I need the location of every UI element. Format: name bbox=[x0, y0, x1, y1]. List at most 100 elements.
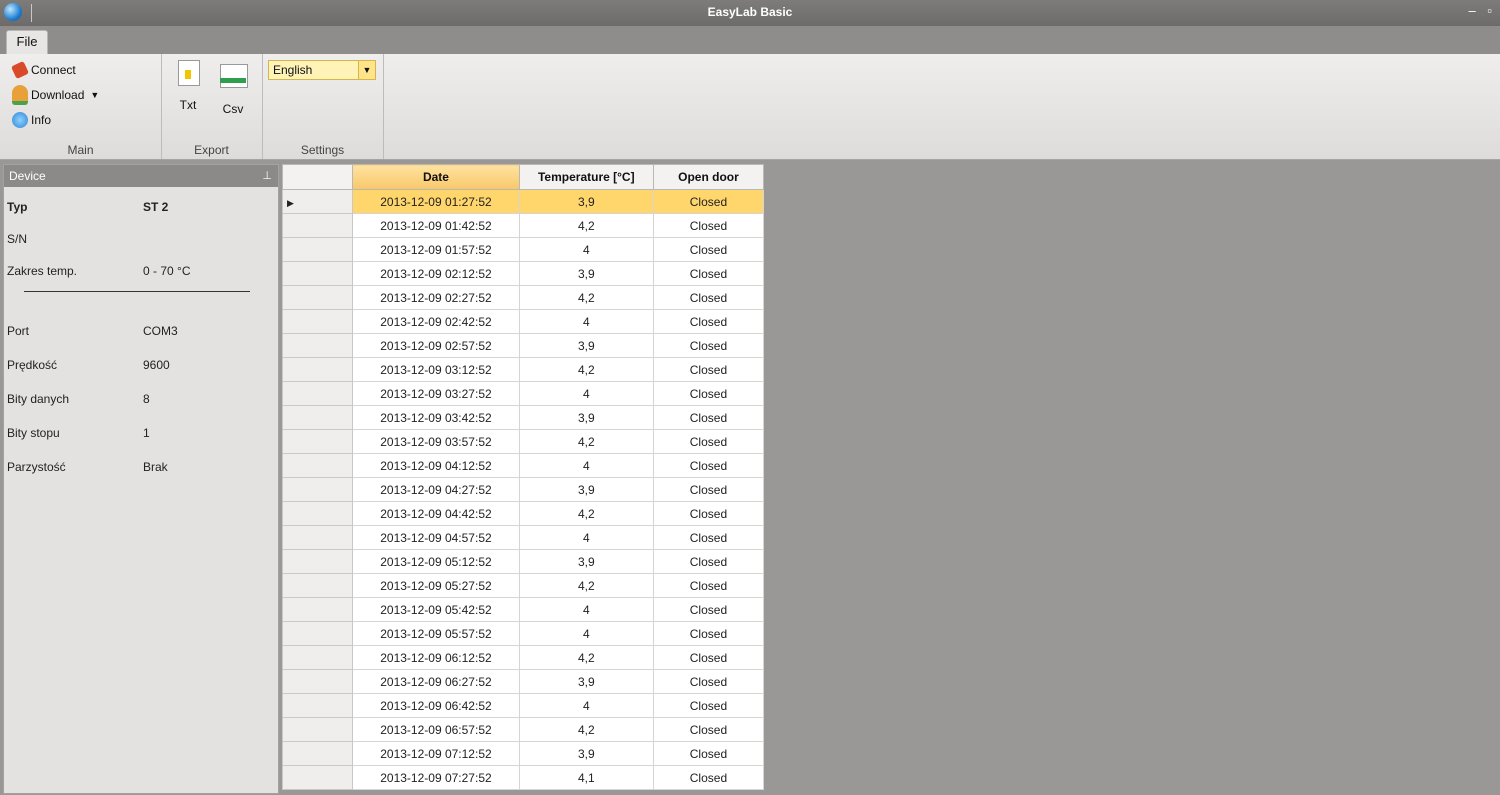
table-row[interactable]: 2013-12-09 05:57:52 4 Closed bbox=[282, 621, 764, 646]
cell-temperature[interactable]: 3,9 bbox=[518, 189, 654, 214]
cell-open-door[interactable]: Closed bbox=[652, 645, 764, 670]
cell-open-door[interactable]: Closed bbox=[652, 453, 764, 478]
row-header[interactable] bbox=[282, 429, 354, 454]
cell-temperature[interactable]: 4 bbox=[518, 237, 654, 262]
cell-open-door[interactable]: Closed bbox=[652, 477, 764, 502]
table-row[interactable]: 2013-12-09 03:57:52 4,2 Closed bbox=[282, 429, 764, 454]
cell-date[interactable]: 2013-12-09 05:42:52 bbox=[352, 597, 520, 622]
cell-open-door[interactable]: Closed bbox=[652, 765, 764, 790]
table-row[interactable]: 2013-12-09 06:12:52 4,2 Closed bbox=[282, 645, 764, 670]
cell-date[interactable]: 2013-12-09 04:27:52 bbox=[352, 477, 520, 502]
cell-date[interactable]: 2013-12-09 03:57:52 bbox=[352, 429, 520, 454]
cell-date[interactable]: 2013-12-09 01:57:52 bbox=[352, 237, 520, 262]
cell-date[interactable]: 2013-12-09 01:42:52 bbox=[352, 213, 520, 238]
table-row[interactable]: 2013-12-09 06:27:52 3,9 Closed bbox=[282, 669, 764, 694]
row-header[interactable] bbox=[282, 261, 354, 286]
cell-date[interactable]: 2013-12-09 03:12:52 bbox=[352, 357, 520, 382]
cell-open-door[interactable]: Closed bbox=[652, 213, 764, 238]
table-row[interactable]: 2013-12-09 03:12:52 4,2 Closed bbox=[282, 357, 764, 382]
cell-date[interactable]: 2013-12-09 03:27:52 bbox=[352, 381, 520, 406]
row-header[interactable] bbox=[282, 765, 354, 790]
cell-temperature[interactable]: 4 bbox=[518, 597, 654, 622]
cell-date[interactable]: 2013-12-09 04:57:52 bbox=[352, 525, 520, 550]
cell-temperature[interactable]: 3,9 bbox=[518, 477, 654, 502]
cell-open-door[interactable]: Closed bbox=[652, 669, 764, 694]
table-row[interactable]: 2013-12-09 04:42:52 4,2 Closed bbox=[282, 501, 764, 526]
row-header[interactable] bbox=[282, 597, 354, 622]
chevron-down-icon[interactable]: ▼ bbox=[358, 61, 375, 79]
row-header[interactable] bbox=[282, 213, 354, 238]
row-header[interactable] bbox=[282, 741, 354, 766]
row-header[interactable] bbox=[282, 573, 354, 598]
tab-file[interactable]: File bbox=[6, 30, 48, 55]
table-row[interactable]: 2013-12-09 02:27:52 4,2 Closed bbox=[282, 285, 764, 310]
download-button[interactable]: Download ▼ bbox=[12, 85, 99, 105]
cell-temperature[interactable]: 4 bbox=[518, 381, 654, 406]
cell-date[interactable]: 2013-12-09 07:27:52 bbox=[352, 765, 520, 790]
cell-temperature[interactable]: 4 bbox=[518, 453, 654, 478]
row-header[interactable] bbox=[282, 549, 354, 574]
cell-temperature[interactable]: 4,2 bbox=[518, 429, 654, 454]
cell-temperature[interactable]: 4 bbox=[518, 621, 654, 646]
row-header[interactable] bbox=[282, 669, 354, 694]
cell-open-door[interactable]: Closed bbox=[652, 429, 764, 454]
cell-temperature[interactable]: 4,2 bbox=[518, 213, 654, 238]
cell-temperature[interactable]: 4,2 bbox=[518, 501, 654, 526]
cell-open-door[interactable]: Closed bbox=[652, 621, 764, 646]
cell-open-door[interactable]: Closed bbox=[652, 285, 764, 310]
cell-open-door[interactable]: Closed bbox=[652, 333, 764, 358]
row-header-corner[interactable] bbox=[282, 164, 354, 190]
cell-date[interactable]: 2013-12-09 05:57:52 bbox=[352, 621, 520, 646]
row-header[interactable] bbox=[282, 285, 354, 310]
cell-temperature[interactable]: 3,9 bbox=[518, 261, 654, 286]
cell-temperature[interactable]: 4,2 bbox=[518, 285, 654, 310]
table-row[interactable]: 2013-12-09 05:12:52 3,9 Closed bbox=[282, 549, 764, 574]
cell-date[interactable]: 2013-12-09 02:27:52 bbox=[352, 285, 520, 310]
cell-open-door[interactable]: Closed bbox=[652, 549, 764, 574]
pin-icon[interactable]: ⊥ bbox=[262, 165, 272, 187]
row-header[interactable] bbox=[282, 309, 354, 334]
row-header[interactable] bbox=[282, 357, 354, 382]
cell-temperature[interactable]: 4,2 bbox=[518, 645, 654, 670]
chevron-down-icon[interactable]: ▼ bbox=[90, 90, 99, 100]
cell-date[interactable]: 2013-12-09 05:12:52 bbox=[352, 549, 520, 574]
cell-open-door[interactable]: Closed bbox=[652, 573, 764, 598]
cell-temperature[interactable]: 4 bbox=[518, 309, 654, 334]
cell-temperature[interactable]: 4,1 bbox=[518, 765, 654, 790]
cell-temperature[interactable]: 3,9 bbox=[518, 333, 654, 358]
cell-temperature[interactable]: 4 bbox=[518, 525, 654, 550]
cell-open-door[interactable]: Closed bbox=[652, 381, 764, 406]
cell-open-door[interactable]: Closed bbox=[652, 237, 764, 262]
row-header[interactable] bbox=[282, 645, 354, 670]
row-header[interactable] bbox=[282, 333, 354, 358]
row-header[interactable] bbox=[282, 237, 354, 262]
cell-temperature[interactable]: 4,2 bbox=[518, 717, 654, 742]
row-header[interactable] bbox=[282, 381, 354, 406]
cell-date[interactable]: 2013-12-09 02:12:52 bbox=[352, 261, 520, 286]
language-select[interactable]: English ▼ bbox=[268, 60, 376, 80]
window-controls[interactable]: – ▫ bbox=[1469, 3, 1496, 18]
cell-temperature[interactable]: 3,9 bbox=[518, 549, 654, 574]
cell-temperature[interactable]: 3,9 bbox=[518, 669, 654, 694]
cell-open-door[interactable]: Closed bbox=[652, 501, 764, 526]
table-row[interactable]: 2013-12-09 04:27:52 3,9 Closed bbox=[282, 477, 764, 502]
table-row[interactable]: 2013-12-09 02:12:52 3,9 Closed bbox=[282, 261, 764, 286]
row-header[interactable] bbox=[282, 501, 354, 526]
row-header[interactable] bbox=[282, 453, 354, 478]
table-row[interactable]: ▶ 2013-12-09 01:27:52 3,9 Closed bbox=[282, 189, 764, 214]
table-row[interactable]: 2013-12-09 04:12:52 4 Closed bbox=[282, 453, 764, 478]
cell-open-door[interactable]: Closed bbox=[652, 693, 764, 718]
row-header[interactable]: ▶ bbox=[282, 189, 354, 214]
table-row[interactable]: 2013-12-09 06:57:52 4,2 Closed bbox=[282, 717, 764, 742]
cell-open-door[interactable]: Closed bbox=[652, 309, 764, 334]
table-row[interactable]: 2013-12-09 04:57:52 4 Closed bbox=[282, 525, 764, 550]
cell-temperature[interactable]: 4 bbox=[518, 693, 654, 718]
row-header[interactable] bbox=[282, 693, 354, 718]
info-button[interactable]: Info bbox=[12, 110, 51, 130]
cell-date[interactable]: 2013-12-09 06:12:52 bbox=[352, 645, 520, 670]
row-header[interactable] bbox=[282, 717, 354, 742]
table-row[interactable]: 2013-12-09 03:42:52 3,9 Closed bbox=[282, 405, 764, 430]
table-row[interactable]: 2013-12-09 01:42:52 4,2 Closed bbox=[282, 213, 764, 238]
cell-open-door[interactable]: Closed bbox=[652, 741, 764, 766]
cell-open-door[interactable]: Closed bbox=[652, 525, 764, 550]
